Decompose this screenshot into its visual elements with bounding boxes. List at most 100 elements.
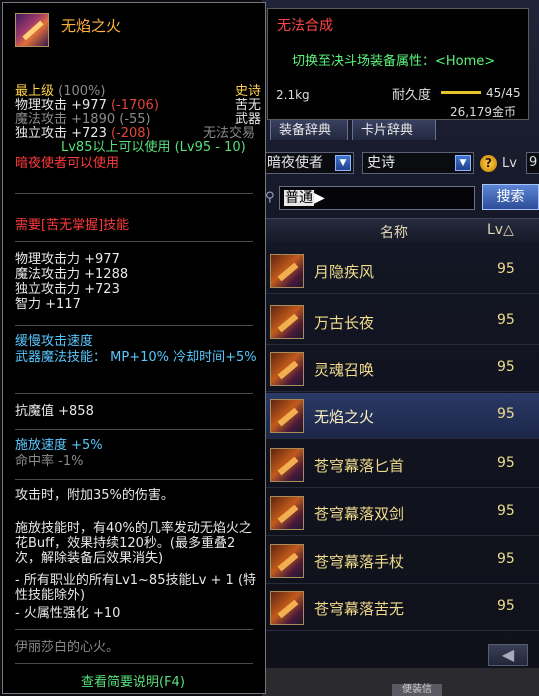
search-input-value: 普通: [284, 190, 314, 206]
divider: [15, 393, 253, 394]
tab-equipment-dictionary[interactable]: 装备辞典: [270, 118, 348, 140]
divider: [15, 479, 253, 480]
weapon-icon: [270, 254, 304, 288]
extra-damage: 攻击时，附加35%的伤害。: [15, 488, 174, 503]
list-item[interactable]: 苍穹幕落匕首 95: [262, 442, 539, 488]
item-level: 95: [497, 551, 515, 567]
help-icon[interactable]: ?: [480, 155, 497, 172]
list-item-selected[interactable]: 无焰之火 95: [262, 393, 539, 439]
skill-requirement: 需要[苦无掌握]技能: [15, 218, 130, 233]
item-name: 苍穹幕落双剑: [314, 505, 405, 523]
skill-effect: 武器魔法技能： MP+10% 冷却时间+5%: [15, 350, 257, 365]
item-name: 万古长夜: [314, 314, 375, 332]
independent-attack-line: 独立攻击 +723 (-208): [15, 127, 151, 141]
durability-bar: [441, 91, 481, 94]
magic-resist: 抗魔值 +858: [15, 404, 94, 419]
grade-line: 最上级 (100%): [15, 85, 105, 99]
buff-description: 施放技能时，有40%的几率发动无焰火之花Buff，效果持续120秒。(最多重叠2…: [15, 521, 252, 566]
search-input[interactable]: 普通▶: [279, 186, 475, 210]
item-level: 95: [497, 503, 515, 519]
comparison-popup: 无法合成 切换至决斗场装备属性：<Home> 2.1kg 耐久度 45/45 2…: [267, 8, 529, 120]
item-weight: 2.1kg: [276, 88, 310, 102]
magic-attack-line: 魔法攻击 +1890 (-55): [15, 113, 151, 127]
column-name-header[interactable]: 名称: [380, 222, 408, 242]
grade-select[interactable]: 史诗 ▼: [362, 152, 474, 174]
chevron-down-icon[interactable]: ▼: [335, 155, 351, 171]
item-type: 武器: [235, 112, 262, 127]
sell-price: 26,179金币: [450, 105, 516, 119]
item-name: 苍穹幕落苦无: [314, 600, 405, 618]
divider: [15, 629, 253, 630]
item-level: 95: [497, 598, 515, 614]
item-level: 95: [497, 406, 515, 422]
weapon-icon: [270, 591, 304, 625]
column-header: 名称 Lv△: [262, 218, 539, 242]
switch-pvp-stats-hint: 切换至决斗场装备属性：<Home>: [292, 54, 496, 69]
item-name: 月隐疾风: [314, 263, 375, 281]
divider: [15, 241, 253, 242]
stat-line: 物理攻击力 +977: [15, 252, 120, 267]
list-item[interactable]: 苍穹幕落苦无 95: [262, 585, 539, 631]
view-brief-description-button[interactable]: 查看简要说明(F4): [81, 671, 185, 690]
weapon-icon: [270, 544, 304, 578]
hit-rate: 命中率 -1%: [15, 454, 84, 469]
stat-line: 独立攻击力 +723: [15, 282, 120, 297]
weapon-icon: [270, 305, 304, 339]
list-item[interactable]: 万古长夜 95: [262, 299, 539, 345]
list-item[interactable]: 苍穹幕落手杖 95: [262, 538, 539, 584]
durability-value: 45/45: [486, 86, 521, 100]
item-title: 无焰之火: [61, 17, 122, 35]
weapon-icon: [270, 399, 304, 433]
job-requirement: 暗夜使者可以使用: [15, 156, 120, 171]
rarity: 史诗: [235, 84, 262, 99]
stat-line: 智力 +117: [15, 297, 81, 312]
tab-fashion[interactable]: 便装信: [392, 684, 442, 696]
fire-strength-bonus: - 火属性强化 +10: [15, 606, 121, 621]
physical-attack-line: 物理攻击 +977 (-1706): [15, 99, 159, 113]
list-item[interactable]: 月隐疾风 95: [262, 248, 539, 294]
weapon-icon: [270, 352, 304, 386]
grade: 最上级: [15, 84, 55, 99]
weapon-icon: [270, 496, 304, 530]
weapon-icon: [270, 448, 304, 482]
item-name: 苍穹幕落手杖: [314, 553, 405, 571]
tab-card-dictionary[interactable]: 卡片辞典: [352, 118, 436, 140]
cast-speed: 施放速度 +5%: [15, 438, 103, 453]
independent-attack-diff: (-208): [110, 126, 151, 141]
item-tooltip: 无焰之火 最上级 (100%) 史诗 物理攻击 +977 (-1706) 苦无 …: [2, 2, 266, 694]
list-item[interactable]: 苍穹幕落双剑 95: [262, 490, 539, 536]
item-level: 95: [497, 455, 515, 471]
divider: [15, 663, 253, 664]
page-prev-arrow-icon[interactable]: ◀: [488, 644, 528, 666]
item-level: 95: [497, 312, 515, 328]
kunai-weapon-icon: [15, 13, 49, 47]
lv-input[interactable]: 9: [526, 152, 539, 174]
magic-attack: 魔法攻击 +1890: [15, 112, 116, 127]
list-item[interactable]: 灵魂召唤 95: [262, 346, 539, 392]
popup-title: 无法合成: [277, 18, 333, 34]
item-name: 苍穹幕落匕首: [314, 457, 405, 475]
flavor-text: 伊丽莎白的心火。: [15, 640, 120, 655]
divider: [15, 193, 253, 194]
job-select[interactable]: 暗夜使者 ▼: [262, 152, 354, 174]
item-name: 灵魂召唤: [314, 361, 375, 379]
physical-attack: 物理攻击 +977: [15, 98, 107, 113]
divider: [15, 429, 253, 430]
chevron-down-icon[interactable]: ▼: [455, 155, 471, 171]
stat-line: 魔法攻击力 +1288: [15, 267, 129, 282]
text-cursor-icon: ▶: [314, 190, 325, 206]
column-lv-header[interactable]: Lv△: [487, 222, 514, 238]
divider: [15, 325, 253, 326]
grade-select-value: 史诗: [367, 155, 395, 171]
search-icon: ⚲: [265, 190, 275, 205]
item-name: 无焰之火: [314, 408, 375, 426]
item-level: 95: [497, 359, 515, 375]
grade-percent: (100%): [58, 84, 106, 99]
lv-label: Lv: [502, 156, 517, 171]
skill-level-bonus: - 所有职业的所有Lv1~85技能Lv + 1 (特性技能除外): [15, 573, 257, 603]
durability-bar-fill: [441, 91, 481, 94]
weapon-category: 苦无: [235, 98, 262, 113]
trade-status: 无法交易: [203, 126, 256, 141]
independent-attack: 独立攻击 +723: [15, 126, 107, 141]
search-button[interactable]: 搜索: [482, 184, 539, 210]
